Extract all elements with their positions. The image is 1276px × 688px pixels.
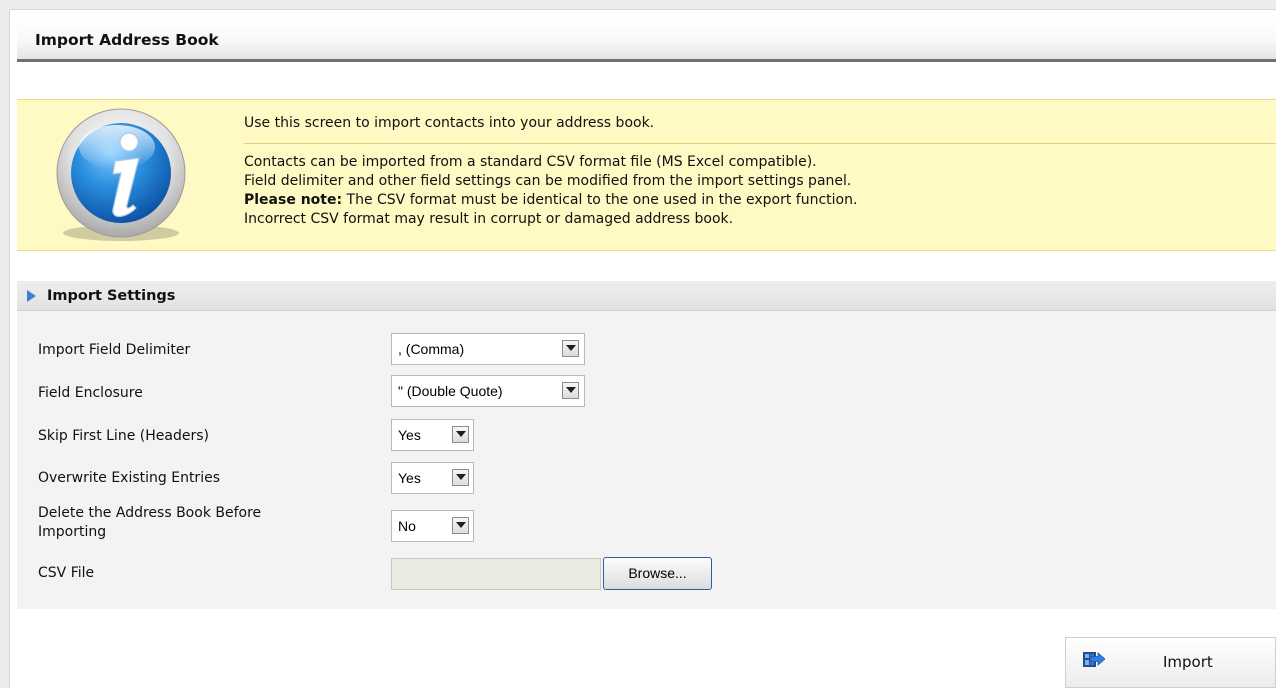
- delimiter-select[interactable]: , (Comma): [391, 333, 585, 365]
- import-icon: [1083, 652, 1105, 667]
- info-text-note: Please note: The CSV format must be iden…: [244, 191, 857, 210]
- page-title-bar: Import Address Book: [17, 20, 1276, 62]
- import-settings-panel: Import Field Delimiter , (Comma) Field E…: [17, 311, 1276, 609]
- enclosure-select-value: " (Double Quote): [398, 383, 503, 399]
- info-divider: [244, 143, 1276, 144]
- info-intro-text: Use this screen to import contacts into …: [244, 115, 655, 131]
- info-details: Contacts can be imported from a standard…: [244, 153, 857, 229]
- overwrite-select[interactable]: Yes: [391, 462, 474, 494]
- frame-divider-top: [10, 9, 1276, 10]
- note-label: Please note:: [244, 192, 343, 208]
- info-panel: Use this screen to import contacts into …: [17, 99, 1276, 251]
- overwrite-label: Overwrite Existing Entries: [38, 470, 220, 486]
- delete-address-book-select[interactable]: No: [391, 510, 474, 542]
- expand-arrow-icon[interactable]: [27, 290, 36, 302]
- chevron-down-icon[interactable]: [452, 469, 469, 486]
- delete-address-book-label: Delete the Address Book Before Importing: [38, 504, 261, 542]
- enclosure-select[interactable]: " (Double Quote): [391, 375, 585, 407]
- info-text-settings: Field delimiter and other field settings…: [244, 173, 852, 189]
- delimiter-select-value: , (Comma): [398, 341, 465, 357]
- frame-divider-left: [9, 10, 10, 688]
- delete-label-line1: Delete the Address Book Before: [38, 505, 262, 521]
- overwrite-select-value: Yes: [398, 470, 421, 486]
- import-settings-title: Import Settings: [47, 288, 176, 304]
- info-text-warning: Incorrect CSV format may result in corru…: [244, 211, 734, 227]
- delimiter-label: Import Field Delimiter: [38, 342, 191, 358]
- delete-select-value: No: [398, 518, 416, 534]
- browse-button[interactable]: Browse...: [603, 557, 712, 590]
- csv-file-input[interactable]: [391, 558, 601, 590]
- skip-first-line-select[interactable]: Yes: [391, 419, 474, 451]
- note-text: The CSV format must be identical to the …: [342, 192, 858, 208]
- chevron-down-icon[interactable]: [562, 382, 579, 399]
- page-title: Import Address Book: [35, 31, 219, 49]
- import-settings-header[interactable]: Import Settings: [17, 281, 1276, 311]
- chevron-down-icon[interactable]: [452, 426, 469, 443]
- skip-first-line-label: Skip First Line (Headers): [38, 428, 209, 444]
- import-label: Import: [1163, 653, 1213, 671]
- import-button[interactable]: Import: [1065, 637, 1276, 688]
- info-text-csv-format: Contacts can be imported from a standard…: [244, 154, 817, 170]
- enclosure-label: Field Enclosure: [38, 385, 143, 401]
- csv-file-label: CSV File: [38, 565, 95, 581]
- delete-label-line2: Importing: [38, 524, 107, 540]
- chevron-down-icon[interactable]: [452, 517, 469, 534]
- info-icon: [56, 108, 186, 241]
- skip-first-line-value: Yes: [398, 427, 421, 443]
- chevron-down-icon[interactable]: [562, 340, 579, 357]
